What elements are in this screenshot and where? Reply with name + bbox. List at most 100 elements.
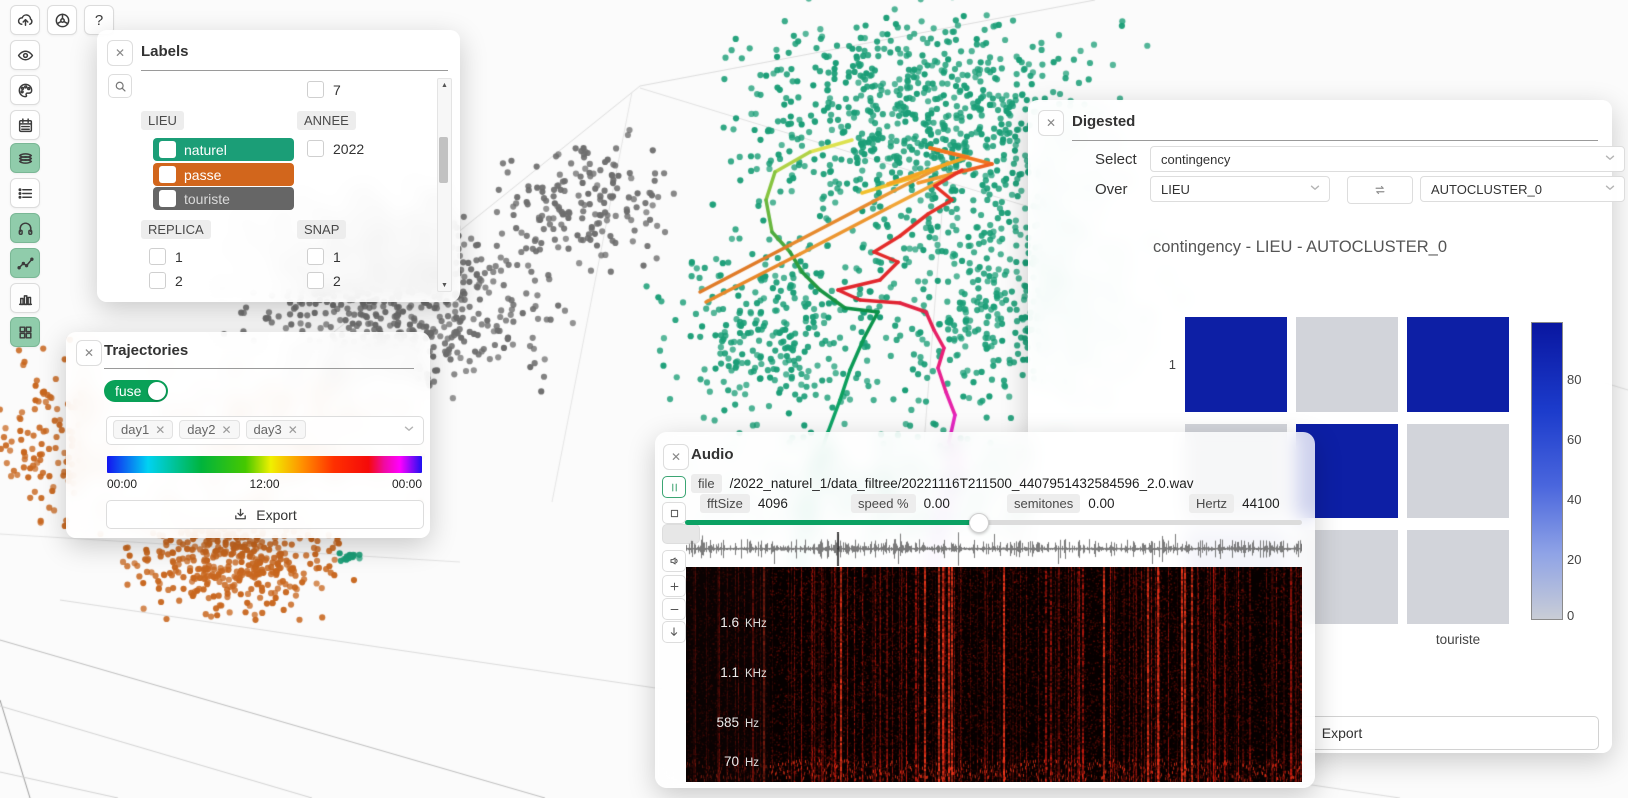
checkbox[interactable] xyxy=(159,141,176,158)
help-icon: ? xyxy=(94,11,104,29)
labels-panel: ✕ Labels 7 LIEU ANNEE naturel passe tour… xyxy=(97,30,460,302)
over-right-select[interactable]: AUTOCLUSTER_0 xyxy=(1420,176,1625,202)
metric-select[interactable]: contingency xyxy=(1150,146,1625,172)
labels-close-button[interactable]: ✕ xyxy=(107,40,133,66)
day-chip-1[interactable]: day1 ✕ xyxy=(113,420,174,439)
heatmap-col-label: touriste xyxy=(1435,632,1481,647)
checkbox[interactable] xyxy=(307,81,324,98)
checkbox[interactable] xyxy=(159,190,176,207)
over-left-select[interactable]: LIEU xyxy=(1150,176,1330,202)
day-chip-3[interactable]: day3 ✕ xyxy=(245,420,306,439)
download-audio-button[interactable] xyxy=(662,621,686,643)
sidebar-item-digested[interactable] xyxy=(10,317,40,347)
freq-label: 1.1 KHz xyxy=(720,665,767,680)
zoom-out-button[interactable] xyxy=(662,598,686,620)
stop-button[interactable] xyxy=(662,502,686,524)
color-wheel-icon xyxy=(55,13,69,27)
colorbar-tick: 0 xyxy=(1567,608,1575,623)
audio-panel: ✕ Audio file /2022_naturel_1/data_filtre… xyxy=(655,432,1315,788)
snap-checkbox-1[interactable]: 1 xyxy=(307,248,341,265)
sidebar-item-palette[interactable] xyxy=(10,75,40,105)
checkbox[interactable] xyxy=(307,248,324,265)
audio-close-button[interactable]: ✕ xyxy=(663,444,689,470)
scroll-down-icon[interactable]: ▼ xyxy=(438,280,451,290)
checkbox[interactable] xyxy=(307,140,324,157)
label-group-annee: ANNEE xyxy=(297,111,356,130)
day-chip-2[interactable]: day2 ✕ xyxy=(179,420,240,439)
semitones-value[interactable]: 0.00 xyxy=(1088,496,1114,511)
zoom-in-button[interactable] xyxy=(662,575,686,597)
fftsize-value[interactable]: 4096 xyxy=(758,496,788,511)
fuse-toggle[interactable]: fuse xyxy=(104,380,168,402)
heatmap-cell[interactable] xyxy=(1185,317,1287,412)
sidebar-item-trajectories[interactable] xyxy=(10,248,40,278)
speed-param: speed % 0.00 xyxy=(851,494,950,513)
replica-checkbox-1[interactable]: 1 xyxy=(149,248,183,265)
trajectories-close-button[interactable]: ✕ xyxy=(76,340,102,366)
playback-slider[interactable] xyxy=(685,513,1302,533)
label-item-naturel[interactable]: naturel xyxy=(153,138,294,161)
sidebar-item-list[interactable] xyxy=(10,178,40,208)
labels-panel-title: Labels xyxy=(141,43,189,60)
day-multiselect[interactable]: day1 ✕ day2 ✕ day3 ✕ xyxy=(106,416,424,445)
scroll-up-icon[interactable]: ▲ xyxy=(438,80,451,90)
remove-chip-icon[interactable]: ✕ xyxy=(221,423,231,437)
upload-cloud-button[interactable] xyxy=(10,5,40,35)
pause-icon xyxy=(671,483,677,491)
remove-chip-icon[interactable]: ✕ xyxy=(288,423,298,437)
labels-search-button[interactable] xyxy=(108,74,132,98)
checkbox[interactable] xyxy=(307,272,324,289)
waveform[interactable] xyxy=(686,532,1302,566)
label-group-lieu: LIEU xyxy=(141,111,184,130)
checkbox[interactable] xyxy=(159,166,176,183)
playback-knob[interactable] xyxy=(969,513,990,533)
sidebar-item-calendar[interactable] xyxy=(10,110,40,140)
sidebar-item-layers[interactable] xyxy=(10,143,40,173)
file-path: /2022_naturel_1/data_filtree/20221116T21… xyxy=(729,476,1194,491)
label-checkbox-7[interactable]: 7 xyxy=(307,81,341,98)
remove-chip-icon[interactable]: ✕ xyxy=(155,423,165,437)
heatmap-cell[interactable] xyxy=(1407,317,1509,412)
replica-checkbox-2[interactable]: 2 xyxy=(149,272,183,289)
label-item-touriste[interactable]: touriste xyxy=(153,187,294,210)
playback-progress xyxy=(685,520,979,525)
color-wheel-button[interactable] xyxy=(47,5,77,35)
label-item-passe[interactable]: passe xyxy=(153,163,294,186)
upload-cloud-icon xyxy=(17,13,33,26)
heatmap-cell[interactable] xyxy=(1296,317,1398,412)
spectrogram[interactable] xyxy=(686,567,1302,782)
colorbar-tick: 40 xyxy=(1567,492,1582,507)
semitones-param: semitones 0.00 xyxy=(1007,494,1115,513)
close-icon: ✕ xyxy=(114,46,126,60)
calendar-icon xyxy=(18,117,32,132)
volume-low-button[interactable] xyxy=(662,550,686,572)
heatmap-cell[interactable] xyxy=(1407,530,1509,624)
swap-axes-button[interactable] xyxy=(1347,176,1413,204)
sidebar-item-audio[interactable] xyxy=(10,213,40,243)
scrollbar-thumb[interactable] xyxy=(439,137,448,183)
sidebar-item-visibility[interactable] xyxy=(10,40,40,70)
heatmap-row-label: 1 xyxy=(1168,357,1176,372)
hertz-value[interactable]: 44100 xyxy=(1242,496,1280,511)
chevron-down-icon xyxy=(1308,181,1322,198)
close-icon: ✕ xyxy=(1045,116,1057,130)
divider xyxy=(141,70,448,71)
digested-panel-title: Digested xyxy=(1072,113,1136,130)
toggle-knob[interactable] xyxy=(148,382,166,400)
freq-label: 585 Hz xyxy=(716,715,760,730)
labels-scrollbar[interactable]: ▲ ▼ xyxy=(437,78,452,292)
checkbox[interactable] xyxy=(149,272,166,289)
pause-button[interactable] xyxy=(662,476,686,498)
app-root: { "toolbar": { "top": [ {"name": "upload… xyxy=(0,0,1628,798)
sidebar-item-bar-chart[interactable] xyxy=(10,283,40,313)
label-group-snap: SNAP xyxy=(297,220,347,239)
colorbar-tick: 60 xyxy=(1567,432,1582,447)
heatmap-cell[interactable] xyxy=(1407,424,1509,518)
trajectories-export-button[interactable]: Export xyxy=(106,500,424,529)
digested-close-button[interactable]: ✕ xyxy=(1038,110,1064,136)
checkbox[interactable] xyxy=(149,248,166,265)
snap-checkbox-2[interactable]: 2 xyxy=(307,272,341,289)
trajectories-panel-title: Trajectories xyxy=(104,342,189,359)
label-checkbox-2022[interactable]: 2022 xyxy=(307,140,364,157)
speed-value[interactable]: 0.00 xyxy=(924,496,950,511)
